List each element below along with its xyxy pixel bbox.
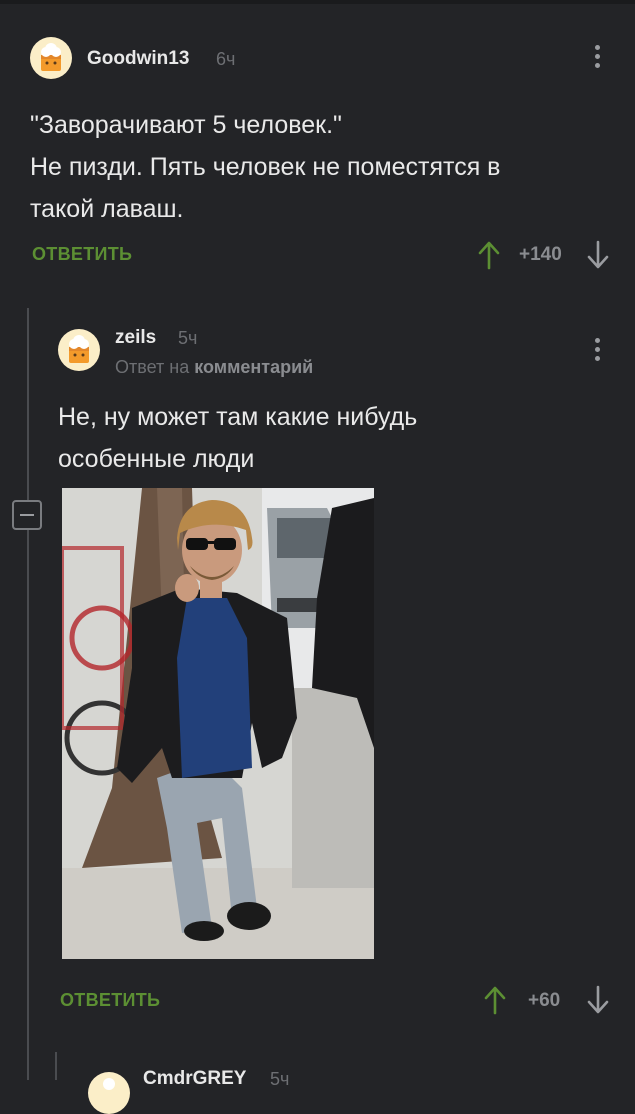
username[interactable]: Goodwin13	[87, 48, 189, 70]
avatar[interactable]	[58, 329, 100, 371]
arrow-up-icon[interactable]	[478, 240, 500, 270]
top-bar	[0, 0, 635, 4]
comment-image[interactable]	[62, 488, 374, 959]
comment-text-line: такой лаваш.	[30, 195, 184, 223]
reply-to: Ответ на комментарий	[115, 357, 313, 378]
arrow-down-icon[interactable]	[587, 985, 609, 1015]
arrow-up-icon[interactable]	[484, 985, 506, 1015]
reply-to-link[interactable]: комментарий	[194, 357, 313, 377]
timestamp: 6ч	[216, 49, 236, 69]
username[interactable]: zeils	[115, 327, 156, 349]
comment-text-line: "Заворачивают 5 человек."	[30, 111, 342, 139]
comment-text-line: особенные люди	[58, 445, 255, 473]
username[interactable]: CmdrGREY	[143, 1068, 246, 1090]
reply-button[interactable]: ОТВЕТИТЬ	[32, 244, 132, 265]
timestamp: 5ч	[178, 328, 198, 348]
reply-to-prefix: Ответ на	[115, 357, 190, 377]
arrow-down-icon[interactable]	[587, 240, 609, 270]
comment-text: Не, ну может там какие нибудь особенные …	[58, 396, 417, 480]
reply-button[interactable]: ОТВЕТИТЬ	[60, 990, 160, 1011]
avatar-chef-icon	[41, 43, 61, 71]
avatar-chef-icon	[69, 335, 89, 363]
collapse-minus-icon[interactable]	[12, 500, 42, 530]
avatar-chef-icon	[103, 1078, 115, 1090]
more-vertical-icon[interactable]	[594, 45, 602, 72]
photo-man-walking	[62, 488, 374, 959]
thread-line	[27, 308, 29, 1080]
vote-score: +60	[528, 990, 561, 1011]
more-vertical-icon[interactable]	[594, 338, 602, 365]
comment-text: "Заворачивают 5 человек." Не пизди. Пять…	[30, 104, 500, 230]
comment-text-line: Не пизди. Пять человек не поместятся в	[30, 153, 501, 181]
thread-line	[55, 1052, 57, 1080]
avatar[interactable]	[88, 1072, 130, 1114]
vote-score: +140	[519, 244, 562, 265]
avatar[interactable]	[30, 37, 72, 79]
comment-text-line: Не, ну может там какие нибудь	[58, 403, 418, 431]
